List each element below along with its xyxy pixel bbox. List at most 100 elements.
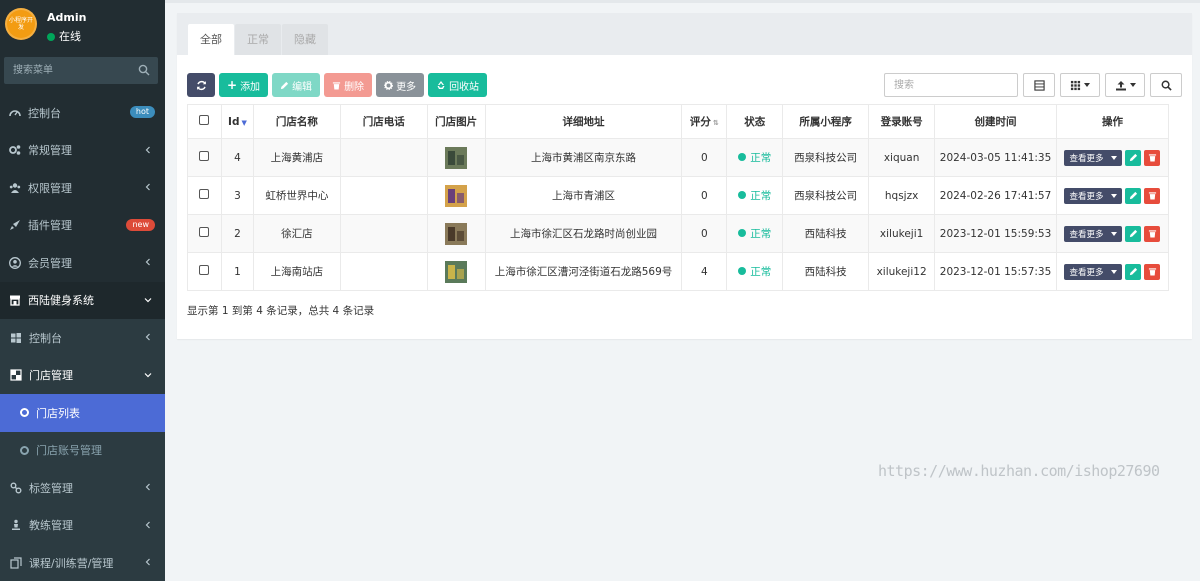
store-image-thumbnail[interactable] xyxy=(445,184,468,207)
pencil-icon xyxy=(280,81,289,89)
col-address: 详细地址 xyxy=(484,104,683,139)
sidebar-item-store-management[interactable]: 门店管理 xyxy=(0,356,165,394)
row-edit-button[interactable] xyxy=(1125,187,1142,204)
store-image-thumbnail[interactable] xyxy=(445,222,468,245)
columns-button[interactable] xyxy=(1060,73,1100,97)
online-dot-icon xyxy=(47,33,55,41)
search-icon[interactable] xyxy=(138,64,150,76)
sidebar-item-label: 标签管理 xyxy=(29,481,73,495)
view-more-button[interactable]: 查看更多 xyxy=(1064,263,1123,280)
cell-created: 2023-12-01 15:59:53 xyxy=(934,214,1057,253)
edit-button[interactable]: 编辑 xyxy=(272,73,321,97)
cell-name: 虹桥世界中心 xyxy=(252,176,341,215)
sidebar-item-tags[interactable]: 标签管理 xyxy=(0,469,165,507)
row-delete-button[interactable] xyxy=(1144,149,1161,166)
status-text: 正常 xyxy=(750,152,772,164)
cell-score: 0 xyxy=(681,138,728,177)
table-row[interactable]: 4 上海黄浦店 上海市黄浦区南京东路 0 正常 西泉科技公司 xiquan 20… xyxy=(187,138,1170,177)
cell-address: 上海市青浦区 xyxy=(484,176,683,215)
tab-hidden[interactable]: 隐藏 xyxy=(282,24,328,55)
cell-actions: 查看更多 xyxy=(1055,138,1170,177)
sidebar-item-store-accounts[interactable]: 门店账号管理 xyxy=(0,431,165,469)
cell-image xyxy=(426,138,486,177)
tab-normal[interactable]: 正常 xyxy=(235,24,281,55)
row-edit-button[interactable] xyxy=(1125,149,1142,166)
cell-account: xilukeji12 xyxy=(868,252,936,291)
row-checkbox[interactable] xyxy=(199,265,210,275)
row-checkbox[interactable] xyxy=(199,227,210,237)
sidebar-item-label: 教练管理 xyxy=(29,519,73,533)
tab-all[interactable]: 全部 xyxy=(188,24,234,55)
copy-icon xyxy=(10,557,22,569)
view-more-button[interactable]: 查看更多 xyxy=(1064,149,1123,166)
view-more-label: 查看更多 xyxy=(1069,229,1104,240)
sidebar-item-label: 权限管理 xyxy=(28,181,72,195)
add-label: 添加 xyxy=(240,81,261,93)
col-score[interactable]: 评分 ⇅ xyxy=(681,104,728,139)
status-text: 正常 xyxy=(750,266,772,278)
status-text: 正常 xyxy=(750,228,772,240)
cell-status: 正常 xyxy=(726,252,784,291)
sidebar-item-permission[interactable]: 权限管理 xyxy=(0,169,165,207)
filter-tabs: 全部 正常 隐藏 xyxy=(177,13,1192,55)
refresh-button[interactable] xyxy=(187,73,215,97)
col-id[interactable]: Id ▼ xyxy=(220,104,254,139)
trash-icon xyxy=(1148,154,1157,162)
sidebar-item-general[interactable]: 常规管理 xyxy=(0,132,165,170)
refresh-icon xyxy=(196,80,206,90)
sidebar-item-fitness-dashboard[interactable]: 控制台 xyxy=(0,319,165,357)
pencil-icon xyxy=(1129,229,1138,238)
sidebar-item-plugins[interactable]: 插件管理 new xyxy=(0,207,165,245)
row-delete-button[interactable] xyxy=(1144,225,1161,242)
table-search-input[interactable] xyxy=(884,73,1018,97)
row-checkbox[interactable] xyxy=(199,189,210,199)
grid-icon xyxy=(1070,80,1081,90)
sidebar-item-coaches[interactable]: 教练管理 xyxy=(0,506,165,544)
sidebar-item-fitness-system[interactable]: 西陆健身系统 xyxy=(0,281,165,319)
chevron-down-icon xyxy=(144,372,152,377)
cell-name: 上海南站店 xyxy=(252,252,341,291)
row-delete-button[interactable] xyxy=(1144,187,1161,204)
sidebar-search-input[interactable] xyxy=(4,57,124,84)
sidebar-item-store-list[interactable]: 门店列表 xyxy=(0,394,165,432)
select-all-checkbox[interactable] xyxy=(199,115,210,125)
pencil-icon xyxy=(1129,153,1138,162)
user-status-text: 在线 xyxy=(59,30,81,43)
status-dot-icon xyxy=(738,267,747,275)
sidebar-item-label: 课程/训练营/管理 xyxy=(29,556,114,570)
row-actions: 查看更多 xyxy=(1064,149,1161,166)
avatar[interactable]: 小程序开发 xyxy=(5,8,37,40)
user-circle-icon xyxy=(9,256,21,269)
row-edit-button[interactable] xyxy=(1125,263,1142,280)
table-row[interactable]: 1 上海南站店 上海市徐汇区漕河泾街道石龙路569号 4 正常 西陆科技 xil… xyxy=(187,252,1170,291)
table-row[interactable]: 2 徐汇店 上海市徐汇区石龙路时尚创业园 0 正常 西陆科技 xilukeji1… xyxy=(187,214,1170,253)
plus-icon: + xyxy=(227,78,238,92)
sidebar-item-label: 门店账号管理 xyxy=(36,444,102,458)
store-image-thumbnail[interactable] xyxy=(445,260,468,283)
col-account: 登录账号 xyxy=(868,104,936,139)
more-button[interactable]: 更多 xyxy=(376,73,425,97)
sidebar-item-courses[interactable]: 课程/训练营/管理 xyxy=(0,544,165,581)
table-tools xyxy=(884,73,1182,97)
delete-button[interactable]: 删除 xyxy=(324,73,373,97)
toggle-view-button[interactable] xyxy=(1023,73,1055,97)
top-divider xyxy=(165,0,1200,3)
circle-icon xyxy=(20,445,29,455)
status-dot-icon xyxy=(738,229,747,237)
advanced-search-button[interactable] xyxy=(1150,73,1182,97)
row-delete-button[interactable] xyxy=(1144,263,1161,280)
row-checkbox[interactable] xyxy=(199,151,210,161)
rocket-icon xyxy=(9,219,21,231)
row-edit-button[interactable] xyxy=(1125,225,1142,242)
view-more-button[interactable]: 查看更多 xyxy=(1064,187,1123,204)
sidebar-item-members[interactable]: 会员管理 xyxy=(0,244,165,282)
cell-app: 西陆科技 xyxy=(782,252,870,291)
recycle-bin-button[interactable]: 回收站 xyxy=(428,73,488,97)
view-more-button[interactable]: 查看更多 xyxy=(1064,225,1123,242)
table-row[interactable]: 3 虹桥世界中心 上海市青浦区 0 正常 西泉科技公司 hqsjzx 2024-… xyxy=(187,176,1170,215)
sidebar-item-dashboard[interactable]: 控制台 hot xyxy=(0,94,165,132)
cell-id: 3 xyxy=(220,176,254,215)
export-button[interactable] xyxy=(1105,73,1145,97)
add-button[interactable]: + 添加 xyxy=(219,73,269,97)
store-image-thumbnail[interactable] xyxy=(445,146,468,169)
